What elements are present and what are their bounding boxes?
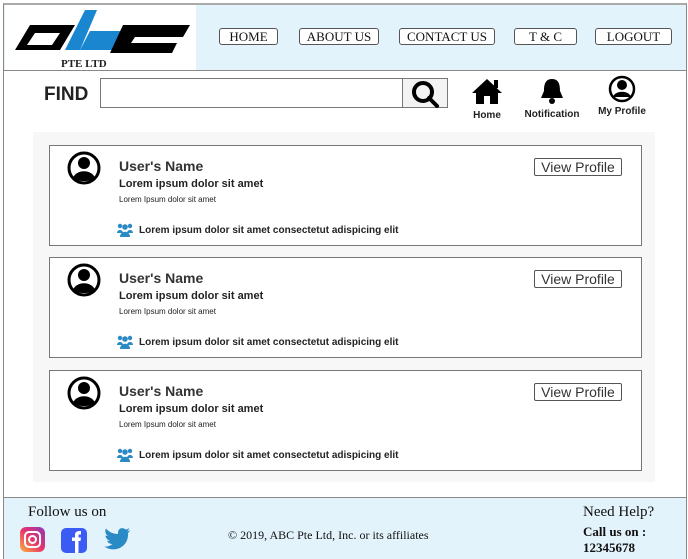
twitter-icon[interactable] xyxy=(102,526,132,552)
search-button[interactable] xyxy=(402,78,448,108)
call-label: Call us on : xyxy=(583,524,647,539)
nav-home[interactable]: HOME xyxy=(219,28,278,45)
find-label: FIND xyxy=(44,84,89,105)
facebook-icon[interactable] xyxy=(60,527,88,553)
user-circle-icon xyxy=(608,75,636,103)
user-card: User's Name Lorem ipsum dolor sit amet L… xyxy=(49,145,642,246)
user-group-text: Lorem ipsum dolor sit amet consectetut a… xyxy=(139,336,399,348)
user-name: User's Name xyxy=(119,270,204,286)
user-line-2: Lorem Ipsum dolor sit amet xyxy=(119,195,216,204)
search-icon xyxy=(412,81,439,108)
my-profile-label: My Profile xyxy=(598,106,646,117)
group-icon xyxy=(117,335,133,349)
notification-button[interactable]: Notification xyxy=(522,77,582,120)
view-profile-button[interactable]: View Profile xyxy=(534,270,622,288)
user-group-text: Lorem ipsum dolor sit amet consectetut a… xyxy=(139,224,399,236)
nav-about-us[interactable]: ABOUT US xyxy=(299,28,379,45)
view-profile-button[interactable]: View Profile xyxy=(534,383,622,401)
bell-icon xyxy=(541,79,563,104)
my-profile-button[interactable]: My Profile xyxy=(594,75,650,117)
user-group: Lorem ipsum dolor sit amet consectetut a… xyxy=(117,448,399,462)
nav-logout[interactable]: LOGOUT xyxy=(595,28,672,45)
user-line-1: Lorem ipsum dolor sit amet xyxy=(119,403,264,415)
user-card: User's Name Lorem ipsum dolor sit amet L… xyxy=(49,370,642,471)
user-group: Lorem ipsum dolor sit amet consectetut a… xyxy=(117,335,399,349)
avatar-icon xyxy=(67,151,101,185)
user-name: User's Name xyxy=(119,383,204,399)
follow-label: Follow us on xyxy=(28,504,107,520)
nav-terms[interactable]: T & C xyxy=(514,28,577,45)
user-name: User's Name xyxy=(119,158,204,174)
avatar-icon xyxy=(67,263,101,297)
footer: Follow us on © 2019, ABC Pte Ltd, Inc. o… xyxy=(4,497,686,559)
notification-label: Notification xyxy=(524,109,580,120)
instagram-icon[interactable] xyxy=(19,527,46,552)
logo[interactable]: PTE LTD xyxy=(5,5,196,70)
copyright: © 2019, ABC Pte Ltd, Inc. or its affilia… xyxy=(228,528,429,542)
user-line-1: Lorem ipsum dolor sit amet xyxy=(119,290,264,302)
home-label: Home xyxy=(473,110,501,121)
avatar-icon xyxy=(67,376,101,410)
phone-number[interactable]: 12345678 xyxy=(583,540,635,556)
need-help: Need Help? xyxy=(583,504,655,520)
logo-subtitle: PTE LTD xyxy=(61,58,107,70)
user-card: User's Name Lorem ipsum dolor sit amet L… xyxy=(49,257,642,358)
user-group-text: Lorem ipsum dolor sit amet consectetut a… xyxy=(139,449,399,461)
nav-contact-us[interactable]: CONTACT US xyxy=(399,28,495,45)
view-profile-button[interactable]: View Profile xyxy=(534,158,622,176)
group-icon xyxy=(117,448,133,462)
search-input[interactable] xyxy=(100,78,403,108)
group-icon xyxy=(117,223,133,237)
user-line-1: Lorem ipsum dolor sit amet xyxy=(119,178,264,190)
home-icon xyxy=(472,79,502,104)
user-line-2: Lorem Ipsum dolor sit amet xyxy=(119,307,216,316)
user-group: Lorem ipsum dolor sit amet consectetut a… xyxy=(117,223,399,237)
home-button[interactable]: Home xyxy=(467,77,507,121)
user-line-2: Lorem Ipsum dolor sit amet xyxy=(119,420,216,429)
